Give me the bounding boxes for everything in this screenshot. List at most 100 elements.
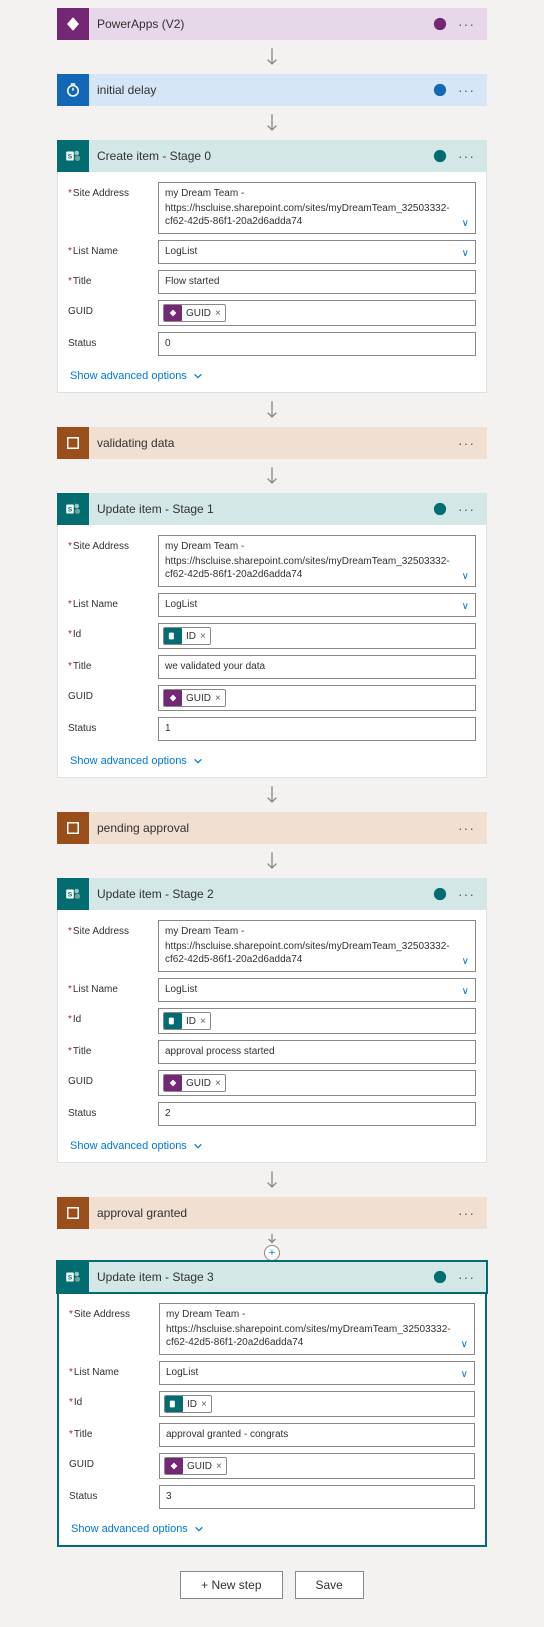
list-name-input[interactable]: LogList ∨ <box>158 978 476 1002</box>
remove-token-icon[interactable]: × <box>201 1399 207 1410</box>
id-input[interactable]: ID × <box>158 623 476 649</box>
site-address-input[interactable]: my Dream Team - https://hscluise.sharepo… <box>158 535 476 587</box>
help-icon[interactable]: ? <box>432 16 448 32</box>
step-menu[interactable]: ··· <box>454 435 479 451</box>
status-input[interactable]: 1 <box>158 717 476 741</box>
status-input[interactable]: 2 <box>158 1102 476 1126</box>
guid-input[interactable]: GUID × <box>158 1070 476 1096</box>
step-menu[interactable]: ··· <box>454 886 479 902</box>
sharepoint-card: S Update item - Stage 3 ? ··· Site Addre… <box>57 1261 487 1547</box>
remove-token-icon[interactable]: × <box>200 1016 206 1027</box>
site-address-input[interactable]: my Dream Team - https://hscluise.sharepo… <box>159 1303 475 1355</box>
title-input[interactable]: approval granted - congrats <box>159 1423 475 1447</box>
show-advanced-link[interactable]: Show advanced options <box>68 362 476 384</box>
step-menu[interactable]: ··· <box>454 501 479 517</box>
show-advanced-link[interactable]: Show advanced options <box>68 747 476 769</box>
card-header[interactable]: S Create item - Stage 0 ? ··· <box>57 140 487 172</box>
powerapps-token-icon <box>165 1458 183 1474</box>
chevron-down-icon[interactable]: ∨ <box>462 956 469 967</box>
chevron-down-icon[interactable]: ∨ <box>461 1339 468 1350</box>
card-header[interactable]: S Update item - Stage 3 ? ··· <box>57 1261 487 1293</box>
title-input[interactable]: Flow started <box>158 270 476 294</box>
help-icon[interactable]: ? <box>432 148 448 164</box>
new-step-button[interactable]: + New step <box>180 1571 282 1599</box>
svg-text:S: S <box>68 891 73 898</box>
id-input[interactable]: ID × <box>158 1008 476 1034</box>
dynamic-token-id[interactable]: ID × <box>164 1395 212 1413</box>
insert-step-button[interactable]: + <box>0 1245 544 1261</box>
list-name-input[interactable]: LogList ∨ <box>158 593 476 617</box>
sharepoint-icon: S <box>57 140 89 172</box>
scope-step[interactable]: approval granted ··· <box>57 1197 487 1229</box>
sharepoint-token-icon <box>164 628 182 644</box>
remove-token-icon[interactable]: × <box>215 1078 221 1089</box>
help-icon[interactable]: ? <box>432 82 448 98</box>
remove-token-icon[interactable]: × <box>215 693 221 704</box>
title-input[interactable]: we validated your data <box>158 655 476 679</box>
chevron-down-icon[interactable]: ∨ <box>461 1369 468 1380</box>
help-icon[interactable]: ? <box>432 1269 448 1285</box>
step-menu[interactable]: ··· <box>454 1269 479 1285</box>
guid-input[interactable]: GUID × <box>159 1453 475 1479</box>
sharepoint-token-icon <box>165 1396 183 1412</box>
chevron-down-icon[interactable]: ∨ <box>462 571 469 582</box>
help-icon[interactable]: ? <box>432 886 448 902</box>
arrow-icon <box>0 778 544 812</box>
step-delay[interactable]: initial delay ? ··· <box>57 74 487 106</box>
site-address-input[interactable]: my Dream Team - https://hscluise.sharepo… <box>158 182 476 234</box>
step-menu[interactable]: ··· <box>454 820 479 836</box>
scope-step[interactable]: pending approval ··· <box>57 812 487 844</box>
guid-input[interactable]: GUID × <box>158 300 476 326</box>
label-guid: GUID <box>68 1070 158 1087</box>
powerapps-icon <box>57 8 89 40</box>
powerapps-token-icon <box>164 305 182 321</box>
card-header[interactable]: S Update item - Stage 1 ? ··· <box>57 493 487 525</box>
sharepoint-icon: S <box>57 1261 89 1293</box>
svg-text:?: ? <box>438 890 443 899</box>
dynamic-token-guid[interactable]: GUID × <box>163 304 226 322</box>
remove-token-icon[interactable]: × <box>215 308 221 319</box>
step-menu[interactable]: ··· <box>454 148 479 164</box>
show-advanced-link[interactable]: Show advanced options <box>69 1515 475 1537</box>
id-input[interactable]: ID × <box>159 1391 475 1417</box>
chevron-down-icon[interactable]: ∨ <box>462 601 469 612</box>
label-guid: GUID <box>68 300 158 317</box>
dynamic-token-guid[interactable]: GUID × <box>163 689 226 707</box>
arrow-icon <box>0 106 544 140</box>
label-site-address: Site Address <box>68 182 158 199</box>
help-icon[interactable]: ? <box>432 501 448 517</box>
show-advanced-link[interactable]: Show advanced options <box>68 1132 476 1154</box>
chevron-down-icon[interactable]: ∨ <box>462 248 469 259</box>
step-powerapps[interactable]: PowerApps (V2) ? ··· <box>57 8 487 40</box>
label-list-name: List Name <box>68 240 158 257</box>
chevron-down-icon[interactable]: ∨ <box>462 218 469 229</box>
sharepoint-card: S Update item - Stage 1 ? ··· Site Addre… <box>57 493 487 778</box>
guid-input[interactable]: GUID × <box>158 685 476 711</box>
remove-token-icon[interactable]: × <box>200 631 206 642</box>
step-menu[interactable]: ··· <box>454 82 479 98</box>
card-title: Update item - Stage 2 <box>89 887 432 901</box>
save-button[interactable]: Save <box>295 1571 364 1599</box>
arrow-icon <box>0 1229 544 1245</box>
scope-icon <box>57 812 89 844</box>
dynamic-token-id[interactable]: ID × <box>163 627 211 645</box>
sharepoint-card: S Update item - Stage 2 ? ··· Site Addre… <box>57 878 487 1163</box>
scope-step[interactable]: validating data ··· <box>57 427 487 459</box>
dynamic-token-id[interactable]: ID × <box>163 1012 211 1030</box>
site-address-input[interactable]: my Dream Team - https://hscluise.sharepo… <box>158 920 476 972</box>
chevron-down-icon[interactable]: ∨ <box>462 986 469 997</box>
remove-token-icon[interactable]: × <box>216 1461 222 1472</box>
svg-text:S: S <box>68 153 73 160</box>
dynamic-token-guid[interactable]: GUID × <box>164 1457 227 1475</box>
dynamic-token-guid[interactable]: GUID × <box>163 1074 226 1092</box>
step-menu[interactable]: ··· <box>454 1205 479 1221</box>
step-menu[interactable]: ··· <box>454 16 479 32</box>
title-input[interactable]: approval process started <box>158 1040 476 1064</box>
list-name-input[interactable]: LogList ∨ <box>159 1361 475 1385</box>
list-name-input[interactable]: LogList ∨ <box>158 240 476 264</box>
label-title: Title <box>68 270 158 287</box>
status-input[interactable]: 3 <box>159 1485 475 1509</box>
card-header[interactable]: S Update item - Stage 2 ? ··· <box>57 878 487 910</box>
status-input[interactable]: 0 <box>158 332 476 356</box>
card-title: Create item - Stage 0 <box>89 149 432 163</box>
